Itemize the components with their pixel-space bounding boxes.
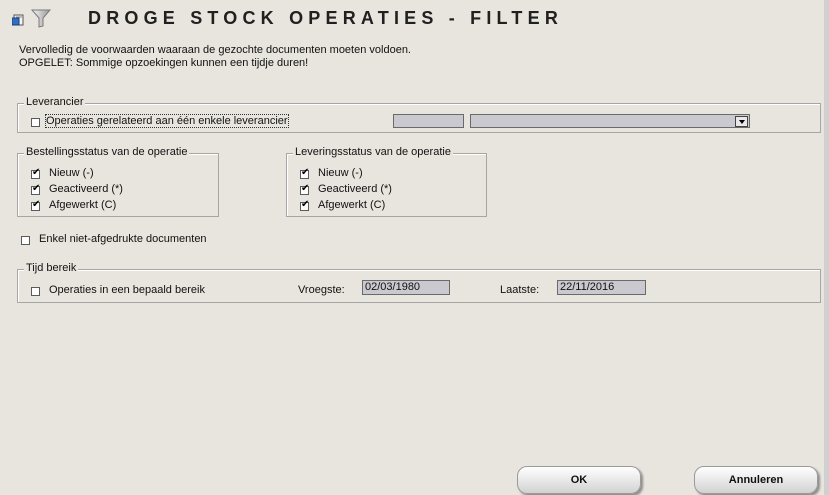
supplier-checkbox-label[interactable]: Operaties gerelateerd aan één enkele lev… [45, 114, 289, 128]
checkmark-icon: ✔ [301, 199, 310, 210]
chevron-down-icon[interactable] [735, 116, 748, 127]
order-status-legend: Bestellingsstatus van de operatie [24, 146, 190, 158]
checkmark-icon: ✔ [32, 199, 41, 210]
filter-funnel-icon [30, 9, 52, 28]
title-bar: DROGE STOCK OPERATIES - FILTER [0, 0, 824, 34]
order-status-new-label: Nieuw (-) [49, 167, 94, 179]
earliest-date-input[interactable]: 02/03/1980 [362, 280, 450, 295]
order-status-activated-label: Geactiveerd (*) [49, 183, 123, 195]
order-status-activated-checkbox[interactable]: ✔ [31, 183, 41, 195]
checkmark-icon: ✔ [301, 167, 310, 178]
unprinted-only-label[interactable]: Enkel niet-afgedrukte documenten [39, 233, 207, 245]
delivery-status-new-label: Nieuw (-) [318, 167, 363, 179]
time-range-checkbox[interactable] [31, 287, 40, 296]
supplier-select[interactable] [470, 114, 750, 128]
checkmark-icon: ✔ [32, 183, 41, 194]
order-status-new-checkbox[interactable]: ✔ [31, 167, 41, 179]
supplier-checkbox[interactable] [31, 118, 40, 127]
checkmark-icon: ✔ [32, 167, 41, 178]
order-status-finished-label: Afgewerkt (C) [49, 199, 117, 211]
checkmark-icon: ✔ [301, 183, 310, 194]
time-range-legend: Tijd bereik [24, 262, 79, 274]
latest-date-input[interactable]: 22/11/2016 [557, 280, 646, 295]
cancel-button[interactable]: Annuleren [694, 466, 818, 494]
supplier-code-input[interactable] [393, 114, 464, 128]
intro-text-line2: OPGELET: Sommige opzoekingen kunnen een … [19, 57, 309, 69]
ok-button[interactable]: OK [517, 466, 641, 494]
window-edge [824, 0, 829, 495]
filter-dialog: DROGE STOCK OPERATIES - FILTER Vervolled… [0, 0, 824, 495]
delivery-status-finished-checkbox[interactable]: ✔ [300, 199, 310, 211]
time-range-checkbox-label[interactable]: Operaties in een bepaald bereik [49, 284, 205, 296]
earliest-label: Vroegste: [298, 284, 345, 296]
dialog-title: DROGE STOCK OPERATIES - FILTER [88, 8, 564, 28]
delivery-status-finished-label: Afgewerkt (C) [318, 199, 386, 211]
delivery-status-new-checkbox[interactable]: ✔ [300, 167, 310, 179]
delivery-status-activated-label: Geactiveerd (*) [318, 183, 392, 195]
order-status-finished-checkbox[interactable]: ✔ [31, 199, 41, 211]
intro-text-line1: Vervolledig de voorwaarden waaraan de ge… [19, 44, 411, 56]
delivery-status-legend: Leveringsstatus van de operatie [293, 146, 453, 158]
document-icon [12, 14, 24, 26]
delivery-status-activated-checkbox[interactable]: ✔ [300, 183, 310, 195]
latest-label: Laatste: [500, 284, 540, 296]
supplier-group-legend: Leverancier [24, 96, 86, 108]
unprinted-only-checkbox[interactable] [21, 236, 30, 245]
